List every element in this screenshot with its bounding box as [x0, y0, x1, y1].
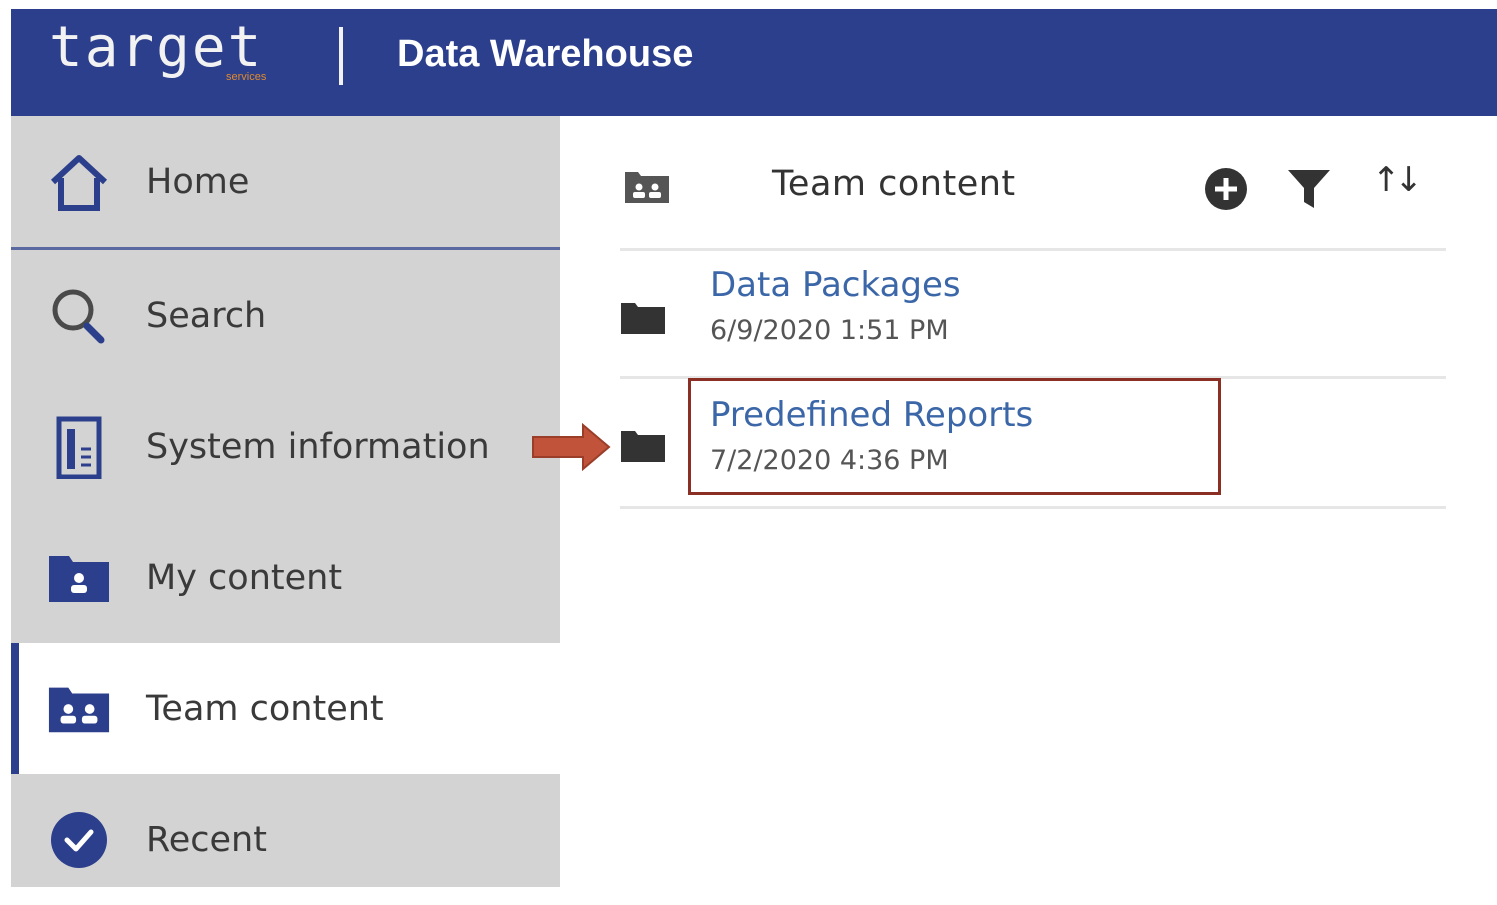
home-icon [47, 150, 111, 214]
annotation-arrow-icon [531, 422, 611, 475]
team-content-folder-icon [47, 677, 111, 741]
logo-subtext: services [226, 71, 267, 83]
folder-icon [620, 429, 666, 467]
main-content: Team content ↑↓ Data Packages 6/9/2020 1… [560, 116, 1497, 887]
list-item[interactable]: Data Packages 6/9/2020 1:51 PM [620, 251, 1446, 379]
sidebar-item-label: My content [146, 557, 343, 598]
my-content-folder-icon [47, 546, 111, 610]
team-content-folder-icon [624, 170, 670, 208]
filter-icon[interactable] [1286, 168, 1332, 214]
system-info-icon [47, 415, 111, 479]
sidebar-item-label: Search [146, 295, 267, 336]
sidebar-item-my-content[interactable]: My content [11, 512, 560, 643]
sidebar-item-label: System information [146, 426, 490, 467]
sidebar-item-label: Recent [146, 819, 267, 860]
add-icon[interactable] [1203, 166, 1249, 216]
sidebar-item-home[interactable]: Home [11, 116, 560, 247]
logo-divider [339, 27, 343, 85]
sidebar-item-search[interactable]: Search [11, 250, 560, 381]
app-title: Data Warehouse [397, 33, 694, 75]
sort-icon[interactable]: ↑↓ [1372, 160, 1423, 200]
list-divider [620, 506, 1446, 509]
sidebar-nav: Home Search System information My conten… [11, 116, 560, 887]
list-item-name[interactable]: Data Packages [710, 265, 961, 305]
content-header: Team content ↑↓ [620, 146, 1446, 246]
highlight-box [688, 378, 1221, 495]
sidebar-item-label: Team content [146, 688, 384, 729]
sidebar-item-team-content[interactable]: Team content [11, 643, 560, 774]
sidebar-item-recent[interactable]: Recent [11, 774, 560, 905]
folder-icon [620, 301, 666, 339]
app-header: target services Data Warehouse [11, 9, 1497, 116]
list-item-date: 6/9/2020 1:51 PM [710, 315, 949, 346]
recent-check-icon [47, 808, 111, 872]
page-title: Team content [772, 164, 1016, 204]
sidebar-item-label: Home [146, 161, 250, 202]
sidebar-item-system-information[interactable]: System information [11, 381, 560, 512]
search-icon [47, 284, 111, 348]
